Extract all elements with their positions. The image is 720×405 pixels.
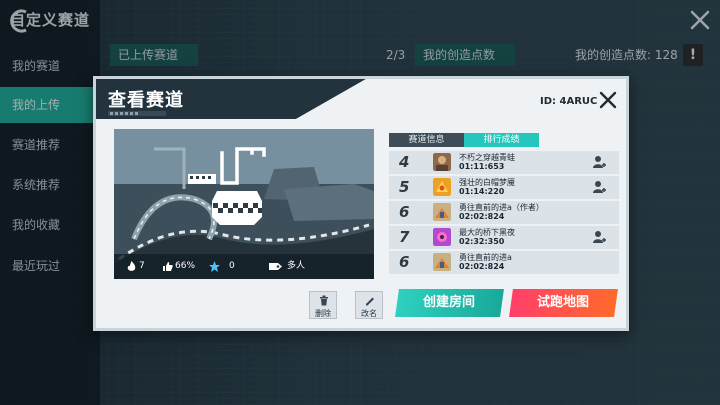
avatar: [433, 228, 451, 246]
rank-number: 5: [399, 178, 410, 196]
lap-time: 02:02:824: [459, 212, 505, 221]
rank-number: 4: [399, 153, 410, 171]
stat-fire-value: 7: [139, 261, 145, 271]
stat-like-value: 66%: [175, 261, 196, 271]
leaderboard-row[interactable]: 4 不朽之穿越青蛙 01:11:653: [389, 151, 619, 174]
avatar: [433, 153, 451, 171]
leaderboard-tabs: 赛道信息 排行成绩: [389, 133, 609, 147]
add-friend-icon[interactable]: [593, 180, 607, 194]
title-stripes-decoration: [108, 111, 166, 116]
stat-star-value: 0: [229, 261, 235, 271]
track-detail-dialog: 查看赛道 ID: 4ARUC 7 66% 0 多人 赛道信息 排行成绩 4 不朽…: [93, 76, 629, 331]
rename-button[interactable]: 改名: [355, 291, 383, 319]
fire-icon: [127, 261, 136, 271]
pencil-icon: [366, 297, 374, 306]
test-map-label: 试跑地图: [537, 295, 590, 310]
lap-time: 02:32:350: [459, 237, 505, 246]
leaderboard-row[interactable]: 5 强壮的白帽梦魇 01:14:220: [389, 176, 619, 199]
dialog-header: 查看赛道 ID: 4ARUC: [96, 79, 626, 119]
leaderboard-row[interactable]: 6 勇往直前的进a（作者） 02:02:824: [389, 201, 619, 224]
rank-number: 6: [399, 253, 410, 271]
star-icon: [209, 261, 220, 272]
delete-button[interactable]: 删除: [309, 291, 337, 319]
create-room-label: 创建房间: [423, 295, 476, 310]
create-room-button[interactable]: 创建房间: [395, 289, 504, 317]
tab-track-info[interactable]: 赛道信息: [389, 133, 464, 147]
rank-number: 7: [399, 228, 410, 246]
avatar: [433, 178, 451, 196]
thumbs-up-icon: [163, 262, 173, 271]
avatar: [433, 203, 451, 221]
avatar: [433, 253, 451, 271]
delete-label: 删除: [315, 309, 331, 318]
add-friend-icon[interactable]: [593, 155, 607, 169]
test-map-button[interactable]: 试跑地图: [509, 289, 618, 317]
dialog-close-icon[interactable]: [599, 91, 617, 109]
trash-icon: [320, 295, 328, 306]
leaderboard-row[interactable]: 7 最大的桥下黑夜 02:32:350: [389, 226, 619, 249]
dialog-title: 查看赛道: [108, 90, 184, 111]
leaderboard-row[interactable]: 6 勇往直前的进a 02:02:824: [389, 251, 619, 274]
lap-time: 01:14:220: [459, 187, 505, 196]
track-id: ID: 4ARUC: [540, 96, 598, 107]
rank-number: 6: [399, 203, 410, 221]
track-stats-bar: 7 66% 0 多人: [114, 254, 374, 279]
stat-mode-value: 多人: [287, 261, 306, 271]
add-friend-icon[interactable]: [593, 230, 607, 244]
track-preview-image: 7 66% 0 多人: [114, 129, 374, 279]
lap-time: 02:02:824: [459, 262, 505, 271]
rename-label: 改名: [361, 309, 377, 318]
tab-ranking[interactable]: 排行成绩: [464, 133, 539, 147]
multiplayer-tag-icon: [269, 263, 282, 270]
lap-time: 01:11:653: [459, 162, 505, 171]
